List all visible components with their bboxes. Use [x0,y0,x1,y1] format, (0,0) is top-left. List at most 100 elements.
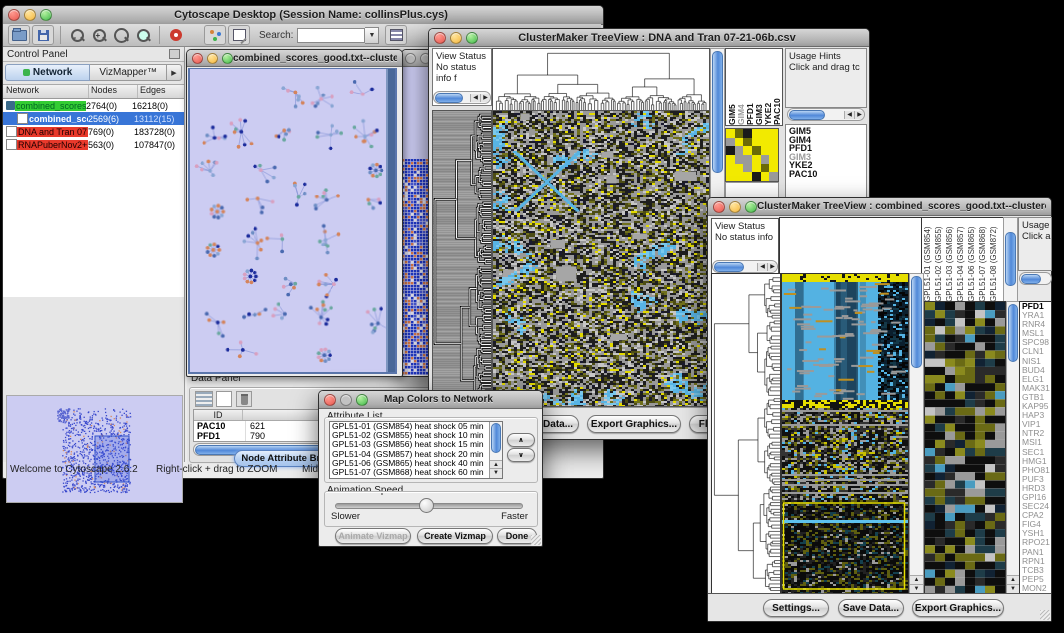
tv2-status-hscrollbar[interactable]: ◀▶ [712,260,778,273]
zoom-fit-button[interactable] [111,26,131,44]
tv2-minimize-button[interactable] [729,201,741,213]
search-input[interactable] [297,28,365,43]
tv2-gene-label[interactable]: MON2 [1022,584,1051,593]
tab-vizmapper[interactable]: VizMapper™ [90,64,167,81]
import-table-button[interactable] [385,25,407,45]
animate-vizmap-button[interactable]: Animate Vizmap [335,528,411,544]
zoom-in-icon: + [93,29,106,42]
tv1-status-left-arrow[interactable]: ◀ [470,94,480,102]
attribute-list[interactable]: GPL51-01 (GSM854) heat shock 05 minGPL51… [329,421,503,479]
tv2-status-right-arrow[interactable]: ▶ [767,263,777,271]
help-button[interactable] [166,26,186,44]
col-edges[interactable]: Edges [138,85,184,98]
tv2-export-graphics-button[interactable]: Export Graphics... [912,599,1004,617]
netwin-close-button[interactable] [192,53,203,64]
resize-grip[interactable] [531,535,541,545]
tv1-heatmap-canvas[interactable] [492,110,710,407]
tv2-vscrollbar[interactable]: ▲ ▼ [909,273,924,595]
tv1-hints-right-arrow[interactable]: ▶ [854,111,864,119]
dialog-minimize-button[interactable] [340,394,352,406]
network-view-canvas[interactable] [188,68,397,374]
tv1-zoom-heatmap[interactable] [725,128,779,182]
annotation-tool-button[interactable] [228,25,250,45]
tv2-bottom-bar: Settings... Save Data... Export Graphics… [708,593,1051,621]
tv2-hints-hscroll-thumb[interactable] [1021,274,1041,284]
attribute-scroll-thumb[interactable] [491,423,501,453]
tv1-status-hscrollbar[interactable]: ◀▶ [433,91,491,104]
tv2-zoom-heatmap[interactable] [924,301,1006,595]
dialog-close-button[interactable] [324,394,336,406]
tv2-hints-hscrollbar[interactable] [1019,272,1052,285]
tv1-hints-hscroll-thumb[interactable] [789,110,825,120]
trash-icon [241,394,248,405]
network-edges-count: 16218(0) [132,101,184,111]
tv1-export-graphics-button[interactable]: Export Graphics... [587,415,681,433]
network-nodes-count: 2764(0) [86,101,132,111]
tv2-close-button[interactable] [713,201,725,213]
tv2-zoom-button[interactable] [745,201,757,213]
datapanel-delete-tool[interactable] [236,391,252,407]
search-label: Search: [259,30,293,41]
tv1-zoom-cell [769,172,778,181]
datapanel-table-tool[interactable] [195,391,213,407]
tv1-row-dendrogram[interactable] [432,110,492,407]
close-button[interactable] [8,9,20,21]
netwin-zoom-button[interactable] [222,53,233,64]
tv1-zoom-cell [726,155,735,164]
zoom-out-button[interactable]: - [67,26,87,44]
tv1-vscroll-thumb[interactable] [712,51,723,173]
attribute-list-item[interactable]: GPL51-07 (GSM868) heat shock 60 min [332,468,502,477]
zoom-selected-button[interactable] [133,26,153,44]
tab-scroll-right-button[interactable]: ▶ [167,64,182,81]
tv1-column-label: PAC10 [773,49,782,125]
tv2-status-hscroll-thumb[interactable] [714,262,744,272]
tv2-zoom-scroll-thumb[interactable] [1008,304,1018,362]
network-list-row[interactable]: combined_scores2764(0)16218(0) [3,99,184,112]
tv1-status-hscroll-thumb[interactable] [435,93,463,103]
network-list-row[interactable]: combined_sco2569(6)13112(15) [3,112,184,125]
tv1-minimize-button[interactable] [450,32,462,44]
network-list-row[interactable]: RNAPuberNov2+563(0)107847(0) [3,138,184,151]
tv1-hints-hscrollbar[interactable]: ◀▶ [787,108,865,121]
tv2-zoom-scrollbar[interactable]: ▲ ▼ [1006,301,1020,595]
search-dropdown-button[interactable]: ▼ [365,27,379,44]
float-panel-icon[interactable] [169,49,180,59]
tv2-row-dendrogram[interactable] [711,273,781,595]
tv1-column-dendrogram[interactable] [492,48,710,111]
zoom-in-button[interactable]: + [89,26,109,44]
col-nodes[interactable]: Nodes [89,85,138,98]
tv2-collabel-scrollbar[interactable] [1003,217,1018,303]
tv2-status-left-arrow[interactable]: ◀ [757,263,767,271]
tv1-hints-left-arrow[interactable]: ◀ [844,111,854,119]
col-network[interactable]: Network [3,85,89,98]
zoom-button[interactable] [40,9,52,21]
netwin-minimize-button[interactable] [207,53,218,64]
status-zoom-hint: Right-click + drag to ZOOM [156,464,277,475]
move-up-button[interactable]: ∧ [507,433,535,447]
tv1-status-right-arrow[interactable]: ▶ [480,94,490,102]
slider-thumb[interactable] [419,498,434,513]
datapanel-newdoc-tool[interactable] [216,391,232,407]
tv2-settings-button[interactable]: Settings... [763,599,829,617]
attribute-scroll-down[interactable]: ▼ [490,468,502,478]
tv2-collabel-scroll-thumb[interactable] [1005,232,1016,286]
open-session-button[interactable] [8,25,30,45]
tv1-close-button[interactable] [434,32,446,44]
network-tool-button[interactable] [204,25,226,45]
create-vizmap-button[interactable]: Create Vizmap [417,528,493,544]
dialog-zoom-button[interactable] [356,394,368,406]
move-down-button[interactable]: ∨ [507,448,535,462]
tv2-heatmap-canvas[interactable] [781,273,909,595]
network-overview-canvas[interactable] [6,395,183,503]
network-list-row[interactable]: DNA and Tran 07769(0)183728(0) [3,125,184,138]
tv2-save-data-button[interactable]: Save Data... [838,599,904,617]
tv1-zoom-button[interactable] [466,32,478,44]
save-session-button[interactable] [32,25,54,45]
minimize-button[interactable] [24,9,36,21]
tv2-vscroll-thumb[interactable] [911,276,922,368]
main-titlebar[interactable]: Cytoscape Desktop (Session Name: collins… [3,6,603,25]
tv2-resize-grip[interactable] [1040,610,1050,620]
tab-network[interactable]: Network [5,64,90,81]
attribute-list-scrollbar[interactable]: ▲ ▼ [489,422,502,478]
datacol-id[interactable]: ID [194,410,243,420]
